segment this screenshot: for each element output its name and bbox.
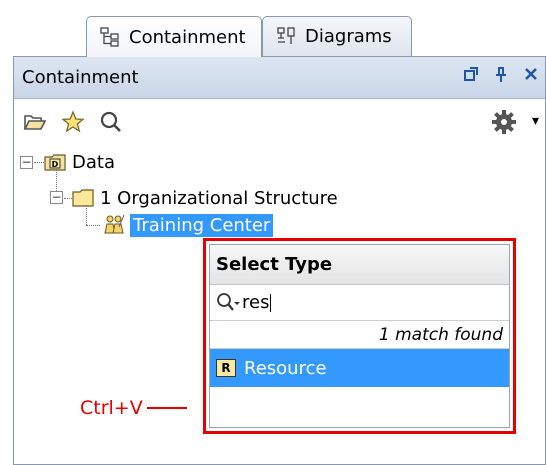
collapse-toggle[interactable]: −: [50, 191, 63, 204]
result-item-label: Resource: [244, 357, 327, 379]
tab-diagrams-label: Diagrams: [305, 26, 392, 47]
chevron-down-icon[interactable]: ▾: [532, 113, 539, 129]
tree-connector: [86, 205, 87, 225]
close-icon[interactable]: [523, 67, 539, 85]
gear-icon[interactable]: [491, 109, 517, 135]
match-count: 1 match found: [210, 321, 509, 349]
package-icon: D: [44, 154, 66, 171]
tab-containment[interactable]: Containment: [86, 16, 262, 57]
diagrams-icon: [275, 26, 297, 48]
shortcut-annotation: Ctrl+V: [80, 397, 187, 419]
organization-icon: [104, 214, 125, 234]
type-search-input[interactable]: res: [242, 292, 269, 313]
collapse-toggle[interactable]: −: [20, 156, 33, 169]
star-icon[interactable]: [60, 109, 86, 135]
tree-connector: [86, 225, 100, 226]
tree-connector: [56, 169, 57, 191]
containment-icon: [99, 26, 121, 48]
tree-connector: [34, 162, 44, 163]
tree-item-training-center[interactable]: Training Center: [102, 211, 274, 239]
tree-item-organizational-structure[interactable]: 1 Organizational Structure: [72, 184, 338, 212]
popup-title: Select Type: [210, 245, 509, 285]
result-item-resource[interactable]: R Resource: [210, 349, 509, 387]
tab-containment-label: Containment: [129, 26, 246, 48]
annotation-pointer: [146, 407, 187, 409]
pin-icon[interactable]: [493, 67, 509, 85]
package-badge: D: [52, 160, 59, 169]
open-folder-icon[interactable]: [22, 109, 48, 135]
tree-item-label: Data: [72, 151, 115, 173]
resource-icon: R: [216, 359, 236, 377]
select-type-popup: Select Type res 1 match found R Resource: [203, 238, 516, 434]
panel-toolbar: [14, 99, 545, 145]
search-icon: [217, 292, 240, 311]
tree-item-label: 1 Organizational Structure: [100, 187, 338, 209]
tab-bar: Containment Diagrams: [0, 0, 546, 57]
tab-diagrams[interactable]: Diagrams: [262, 16, 412, 56]
folder-icon: [72, 189, 94, 207]
panel-title: Containment: [22, 67, 139, 88]
search-icon[interactable]: [98, 109, 124, 135]
shortcut-label: Ctrl+V: [80, 397, 143, 419]
undock-icon[interactable]: [463, 67, 479, 85]
text-cursor: [270, 293, 272, 312]
panel-titlebar: Containment: [14, 57, 545, 99]
select-type-list: Select Type res 1 match found R Resource: [209, 244, 510, 428]
panel-controls: [463, 67, 539, 85]
tree-item-data[interactable]: D Data: [44, 148, 115, 176]
type-search-field[interactable]: res: [210, 285, 509, 321]
tree-item-label: Training Center: [130, 213, 274, 237]
